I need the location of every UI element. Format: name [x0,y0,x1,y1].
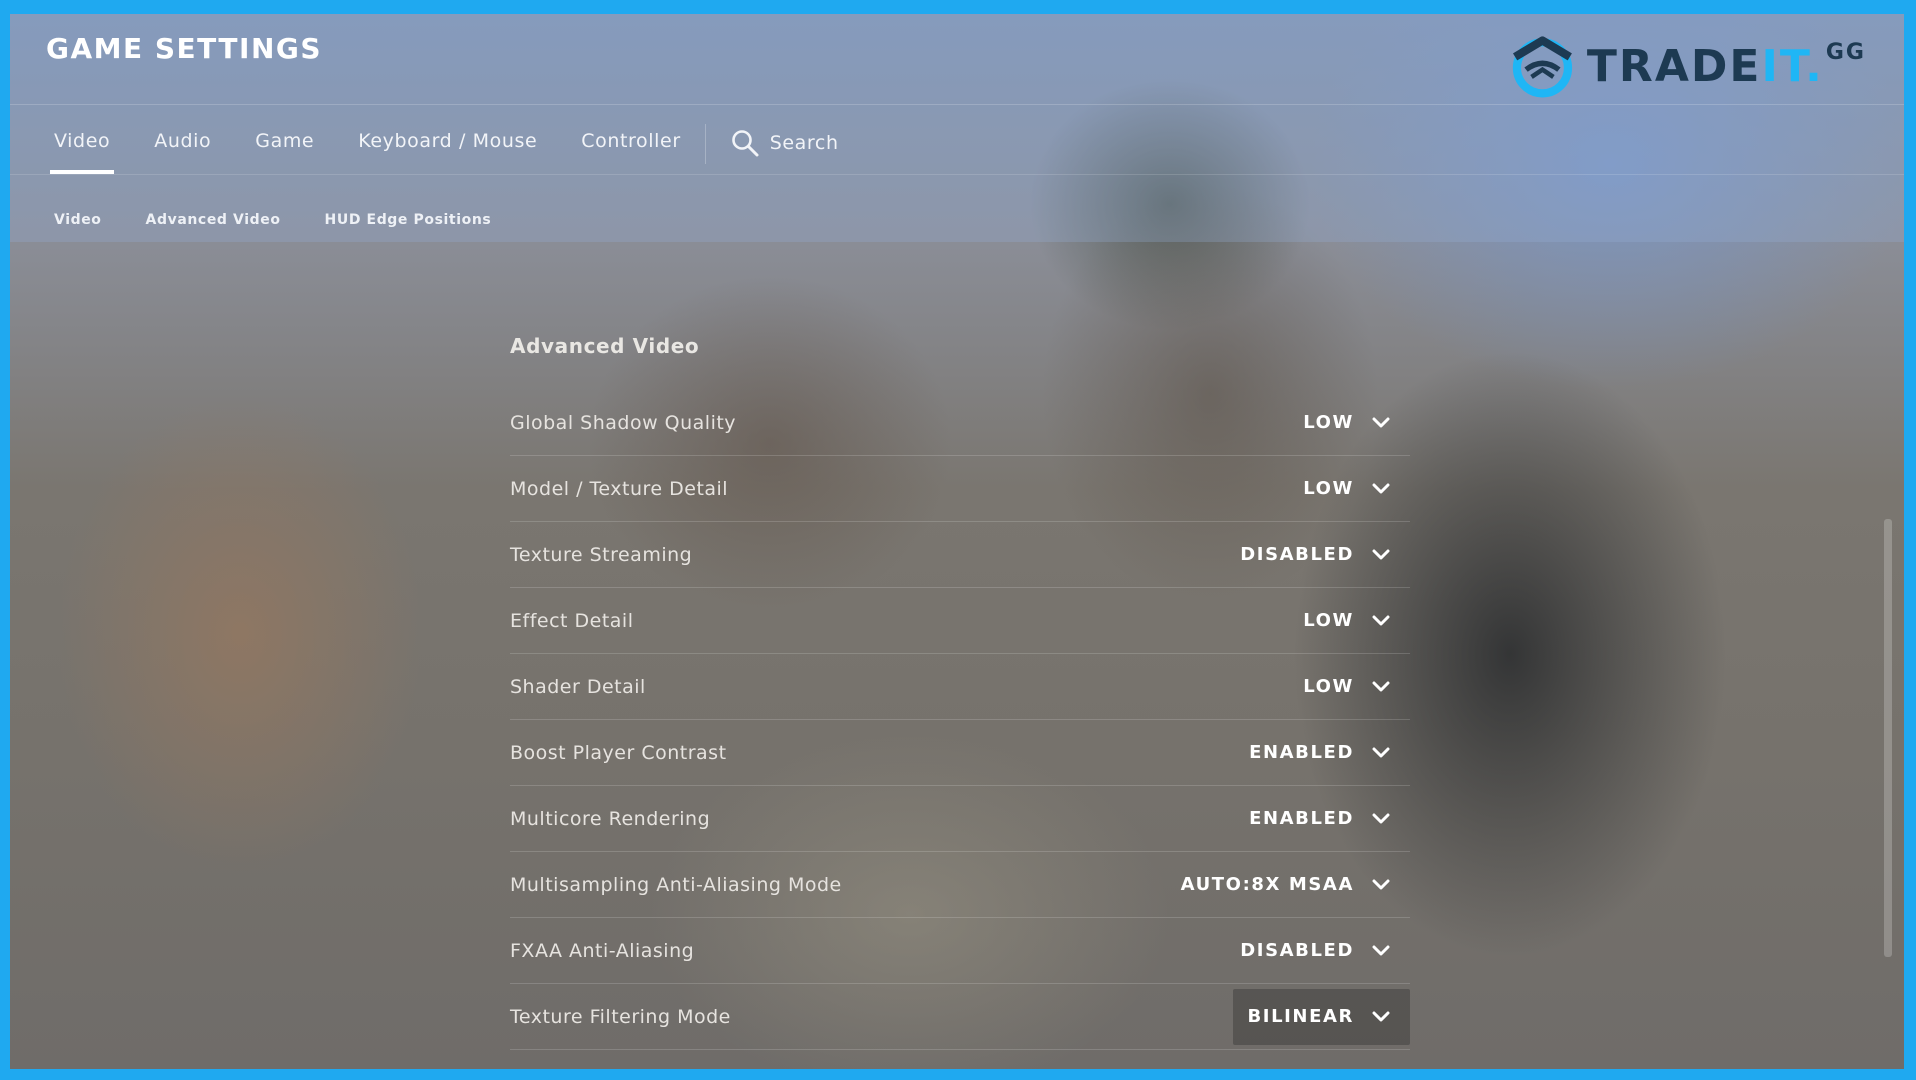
dropdown-value: ENABLED [1249,808,1354,829]
setting-label: Texture Filtering Mode [510,1005,731,1028]
setting-label: Multicore Rendering [510,807,711,830]
setting-row-shader-detail: Shader Detail LOW [510,654,1410,720]
setting-label: Model / Texture Detail [510,477,729,500]
tradeit-logo: TRADEIT.GG [1506,26,1866,106]
search-button[interactable]: Search [730,118,839,158]
msaa-mode-dropdown[interactable]: AUTO:8X MSAA [1167,857,1410,913]
dropdown-value: LOW [1303,478,1354,499]
page-title: GAME SETTINGS [46,32,323,65]
shader-detail-dropdown[interactable]: LOW [1289,659,1410,715]
logo-text-accent: IT [1761,41,1806,92]
model-texture-detail-dropdown[interactable]: LOW [1289,461,1410,517]
sub-tabs: Video Advanced Video HUD Edge Positions [54,212,535,228]
dropdown-value: LOW [1303,412,1354,433]
setting-label: Texture Streaming [510,543,693,566]
dropdown-value: DISABLED [1240,940,1354,961]
dropdown-value: ENABLED [1249,742,1354,763]
setting-row-multicore-rendering: Multicore Rendering ENABLED [510,786,1410,852]
dropdown-value: DISABLED [1240,544,1354,565]
main-tabs: Video Audio Game Keyboard / Mouse Contro… [49,118,839,174]
logo-text-dot: . [1805,41,1824,92]
dropdown-value: LOW [1303,610,1354,631]
setting-label: Boost Player Contrast [510,741,727,764]
tradeit-logo-icon [1512,36,1573,98]
search-icon [731,130,759,157]
tab-controller[interactable]: Controller [581,118,680,174]
dropdown-value: LOW [1303,676,1354,697]
chevron-down-icon [1372,483,1390,493]
setting-label: Multisampling Anti-Aliasing Mode [510,873,842,896]
chevron-down-icon [1372,681,1390,691]
chevron-down-icon [1372,615,1390,625]
texture-streaming-dropdown[interactable]: DISABLED [1226,527,1410,583]
setting-row-fxaa-anti-aliasing: FXAA Anti-Aliasing DISABLED [510,918,1410,984]
multicore-rendering-dropdown[interactable]: ENABLED [1235,791,1410,847]
tab-keyboard-mouse[interactable]: Keyboard / Mouse [358,118,537,174]
chevron-down-icon [1372,747,1390,757]
advanced-video-panel: Advanced Video Global Shadow Quality LOW… [510,334,1410,1050]
setting-label: Shader Detail [510,675,646,698]
boost-player-contrast-dropdown[interactable]: ENABLED [1235,725,1410,781]
setting-row-effect-detail: Effect Detail LOW [510,588,1410,654]
tab-audio[interactable]: Audio [154,118,211,174]
subtab-advanced-video[interactable]: Advanced Video [146,212,281,228]
chevron-down-icon [1372,879,1390,889]
tab-video[interactable]: Video [49,118,115,174]
dropdown-value: BILINEAR [1247,1006,1354,1027]
chevron-down-icon [1372,549,1390,559]
setting-label: Effect Detail [510,609,634,632]
fxaa-anti-aliasing-dropdown[interactable]: DISABLED [1226,923,1410,979]
settings-scrollbar[interactable] [1884,519,1892,957]
chevron-down-icon [1372,945,1390,955]
setting-row-global-shadow-quality: Global Shadow Quality LOW [510,390,1410,456]
chevron-down-icon [1372,417,1390,427]
logo-text-main: TRADE [1586,41,1762,92]
chevron-down-icon [1372,813,1390,823]
dropdown-value: AUTO:8X MSAA [1180,874,1354,895]
setting-label: FXAA Anti-Aliasing [510,939,695,962]
setting-row-boost-player-contrast: Boost Player Contrast ENABLED [510,720,1410,786]
subtab-hud-edge-positions[interactable]: HUD Edge Positions [325,212,492,228]
logo-text-suffix: GG [1825,40,1866,65]
setting-row-msaa-mode: Multisampling Anti-Aliasing Mode AUTO:8X… [510,852,1410,918]
texture-filtering-mode-dropdown[interactable]: BILINEAR [1233,988,1410,1045]
subtab-divider [10,174,1904,175]
tradeit-logo-text: TRADEIT.GG [1587,40,1866,92]
chevron-down-icon [1372,1011,1390,1021]
setting-row-model-texture-detail: Model / Texture Detail LOW [510,456,1410,522]
setting-row-texture-filtering-mode: Texture Filtering Mode BILINEAR [510,984,1410,1050]
subtab-video[interactable]: Video [54,212,102,228]
tab-separator [704,124,706,164]
setting-row-texture-streaming: Texture Streaming DISABLED [510,522,1410,588]
search-label: Search [769,132,839,154]
settings-header: GAME SETTINGS TRADEIT.GG Video Audio Gam… [10,14,1904,242]
section-title: Advanced Video [510,334,700,358]
game-settings-window: GAME SETTINGS TRADEIT.GG Video Audio Gam… [10,14,1904,1069]
effect-detail-dropdown[interactable]: LOW [1289,593,1410,649]
global-shadow-quality-dropdown[interactable]: LOW [1289,395,1410,451]
setting-label: Global Shadow Quality [510,411,737,434]
tab-game[interactable]: Game [255,118,314,174]
header-divider [10,104,1904,105]
